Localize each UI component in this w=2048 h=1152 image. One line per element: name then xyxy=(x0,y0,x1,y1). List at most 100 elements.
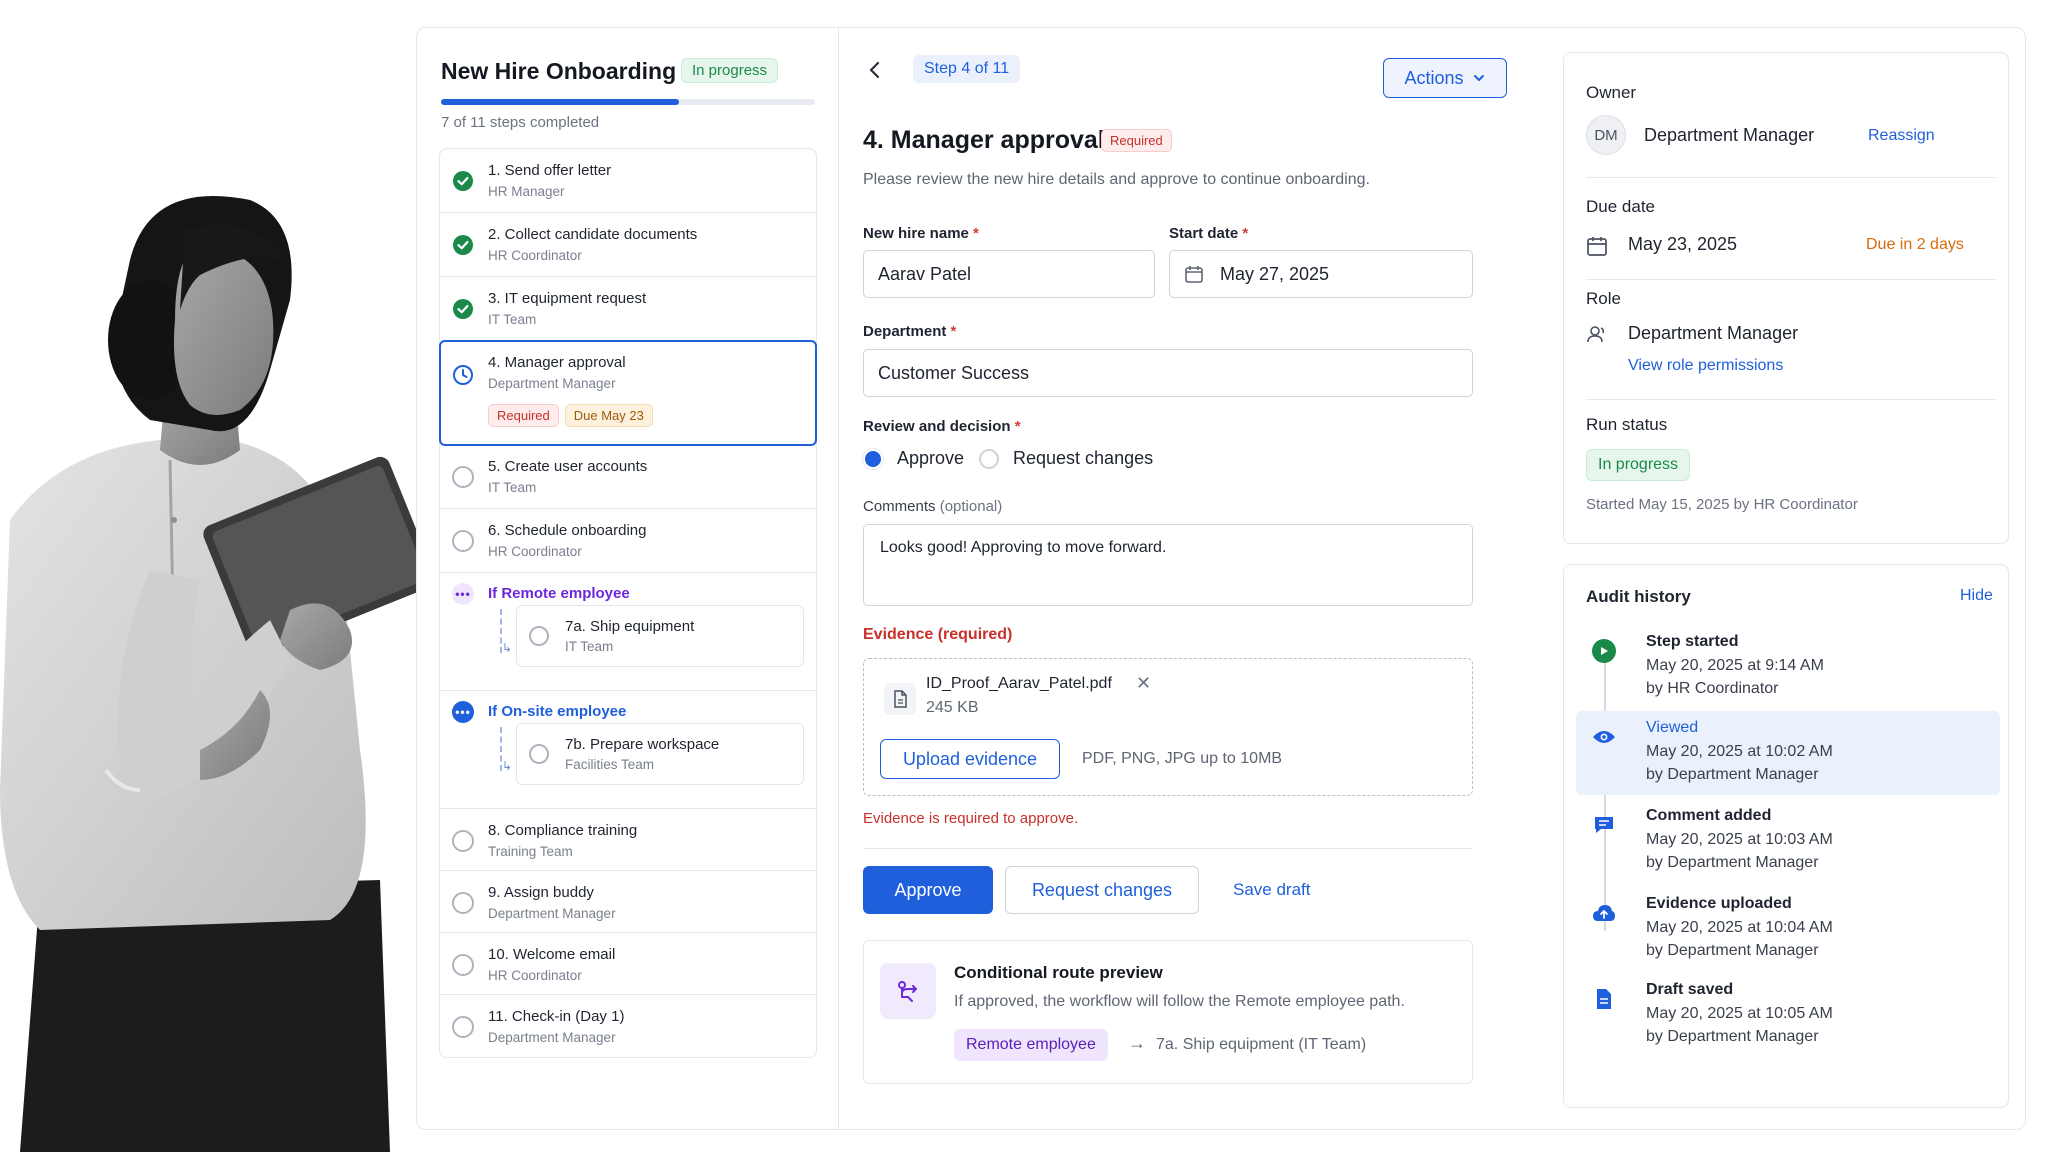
event-time: May 20, 2025 at 10:04 AM xyxy=(1646,919,1833,936)
event-time: May 20, 2025 at 9:14 AM xyxy=(1646,657,1824,674)
arrow-right-icon: ↳ xyxy=(502,641,513,655)
step-item[interactable]: 10. Welcome email HR Coordinator xyxy=(440,933,816,995)
role-label: Role xyxy=(1586,289,1621,308)
decision-label: Review and decision * xyxy=(863,418,1021,435)
substep-title: 7a. Ship equipment xyxy=(565,618,695,635)
branch-onsite: ••• If On-site employee ↳ 7b. Prepare wo… xyxy=(440,691,816,809)
step-title: 11. Check-in (Day 1) xyxy=(488,1008,625,1025)
step-detail-form: Step 4 of 11 Actions 4. Manager approval… xyxy=(839,28,1507,1129)
divider xyxy=(1586,177,1996,178)
save-draft-link[interactable]: Save draft xyxy=(1233,880,1311,900)
steps-list: 1. Send offer letter HR Manager 2. Colle… xyxy=(439,148,817,1058)
actions-button[interactable]: Actions xyxy=(1383,58,1507,98)
substep-owner: IT Team xyxy=(565,639,614,654)
substep-title: 7b. Prepare workspace xyxy=(565,736,720,753)
step-title: 1. Send offer letter xyxy=(488,162,612,179)
event-actor: by Department Manager xyxy=(1646,766,1819,783)
start-date-input[interactable]: May 27, 2025 xyxy=(1169,250,1473,298)
step-title: 5. Create user accounts xyxy=(488,458,648,475)
event-title: Draft saved xyxy=(1646,981,1734,998)
event-title: Viewed xyxy=(1646,719,1699,736)
step-item[interactable]: 5. Create user accounts IT Team xyxy=(440,445,816,509)
step-owner: HR Coordinator xyxy=(488,248,582,263)
users-icon xyxy=(1587,326,1605,343)
new-hire-name-input[interactable]: Aarav Patel xyxy=(863,250,1155,298)
check-circle-icon xyxy=(453,171,473,191)
event-actor: by Department Manager xyxy=(1646,854,1819,871)
step-item[interactable]: 9. Assign buddy Department Manager xyxy=(440,871,816,933)
chevron-down-icon xyxy=(1473,75,1484,82)
route-chip: Remote employee xyxy=(954,1029,1108,1061)
divider xyxy=(1586,399,1996,400)
route-preview-card: Conditional route preview If approved, t… xyxy=(863,940,1473,1084)
step-item[interactable]: 2. Collect candidate documents HR Coordi… xyxy=(440,213,816,277)
step-owner: Department Manager xyxy=(488,376,616,391)
audit-event: Step started May 20, 2025 at 9:14 AM by … xyxy=(1576,625,2000,709)
step-title: 8. Compliance training xyxy=(488,822,638,839)
form-title: 4. Manager approval xyxy=(863,126,1105,154)
approve-radio[interactable]: Approve xyxy=(863,448,964,469)
audit-event: Evidence uploaded May 20, 2025 at 10:04 … xyxy=(1576,887,2000,971)
radio-empty-icon xyxy=(979,448,999,469)
event-time: May 20, 2025 at 10:05 AM xyxy=(1646,1005,1833,1022)
upload-evidence-button[interactable]: Upload evidence xyxy=(880,739,1060,779)
step-item[interactable]: 11. Check-in (Day 1) Department Manager xyxy=(440,995,816,1057)
check-circle-icon xyxy=(453,299,473,319)
arrow-right-icon: → xyxy=(1128,1033,1146,1053)
empty-circle-icon xyxy=(452,892,474,914)
step-owner: IT Team xyxy=(488,480,537,495)
event-actor: by Department Manager xyxy=(1646,1028,1819,1045)
view-role-permissions-link[interactable]: View role permissions xyxy=(1628,357,1783,375)
step-owner: Department Manager xyxy=(488,906,616,921)
more-dots-icon: ••• xyxy=(452,583,474,605)
upload-icon xyxy=(1592,901,1616,925)
step-item[interactable]: 6. Schedule onboarding HR Coordinator xyxy=(440,509,816,573)
workflow-title: New Hire Onboarding xyxy=(441,58,677,84)
owner-name: Department Manager xyxy=(1644,125,1815,145)
evidence-dropzone[interactable]: ID_Proof_Aarav_Patel.pdf ✕ 245 KB Upload… xyxy=(863,658,1473,796)
event-actor: by HR Coordinator xyxy=(1646,680,1779,697)
actions-label: Actions xyxy=(1404,67,1464,88)
step-title: 9. Assign buddy xyxy=(488,884,594,901)
request-changes-button[interactable]: Request changes xyxy=(1005,866,1199,914)
audit-title: Audit history xyxy=(1586,587,1691,606)
progress-text: 7 of 11 steps completed xyxy=(441,114,600,131)
department-label: Department * xyxy=(863,323,957,340)
step-title: 2. Collect candidate documents xyxy=(488,226,698,243)
app-window: New Hire Onboarding In progress 7 of 11 … xyxy=(416,27,2026,1130)
due-date-value: May 23, 2025 xyxy=(1628,234,1738,254)
progress-bar xyxy=(441,99,815,105)
step-tags: Required Due May 23 xyxy=(488,404,653,427)
required-badge: Required xyxy=(1101,129,1172,152)
owner-label: Owner xyxy=(1586,83,1637,102)
step-owner: IT Team xyxy=(488,312,537,327)
comments-label: Comments (optional) xyxy=(863,498,1003,515)
step-owner: Department Manager xyxy=(488,1030,616,1045)
radio-selected-icon xyxy=(863,448,883,469)
empty-circle-icon xyxy=(452,530,474,552)
workflow-status-badge: In progress xyxy=(681,58,779,83)
step-item-active[interactable]: 4. Manager approval Department Manager R… xyxy=(439,340,817,446)
person-photo xyxy=(0,196,436,1152)
check-circle-icon xyxy=(453,235,473,255)
approve-button[interactable]: Approve xyxy=(863,866,993,914)
chevron-left-icon[interactable] xyxy=(863,58,887,82)
substep-item[interactable]: 7a. Ship equipment IT Team xyxy=(516,605,804,667)
event-title: Step started xyxy=(1646,633,1739,650)
department-input[interactable]: Customer Success xyxy=(863,349,1473,397)
audit-event: Draft saved May 20, 2025 at 10:05 AM by … xyxy=(1576,973,2000,1057)
step-item[interactable]: 8. Compliance training Training Team xyxy=(440,809,816,871)
comments-textarea[interactable]: Looks good! Approving to move forward. xyxy=(863,524,1473,606)
step-item[interactable]: 1. Send offer letter HR Manager xyxy=(440,149,816,213)
request-changes-radio[interactable]: Request changes xyxy=(979,448,1153,469)
reassign-link[interactable]: Reassign xyxy=(1868,127,1935,145)
hide-audit-link[interactable]: Hide xyxy=(1960,587,1993,605)
eye-icon xyxy=(1592,725,1616,749)
step-item[interactable]: 3. IT equipment request IT Team xyxy=(440,277,816,341)
empty-circle-icon xyxy=(452,954,474,976)
substep-item[interactable]: 7b. Prepare workspace Facilities Team xyxy=(516,723,804,785)
close-icon[interactable]: ✕ xyxy=(1136,673,1151,694)
step-title: 6. Schedule onboarding xyxy=(488,522,647,539)
branch-label: If On-site employee xyxy=(488,703,627,720)
audit-event: Comment added May 20, 2025 at 10:03 AM b… xyxy=(1576,799,2000,883)
